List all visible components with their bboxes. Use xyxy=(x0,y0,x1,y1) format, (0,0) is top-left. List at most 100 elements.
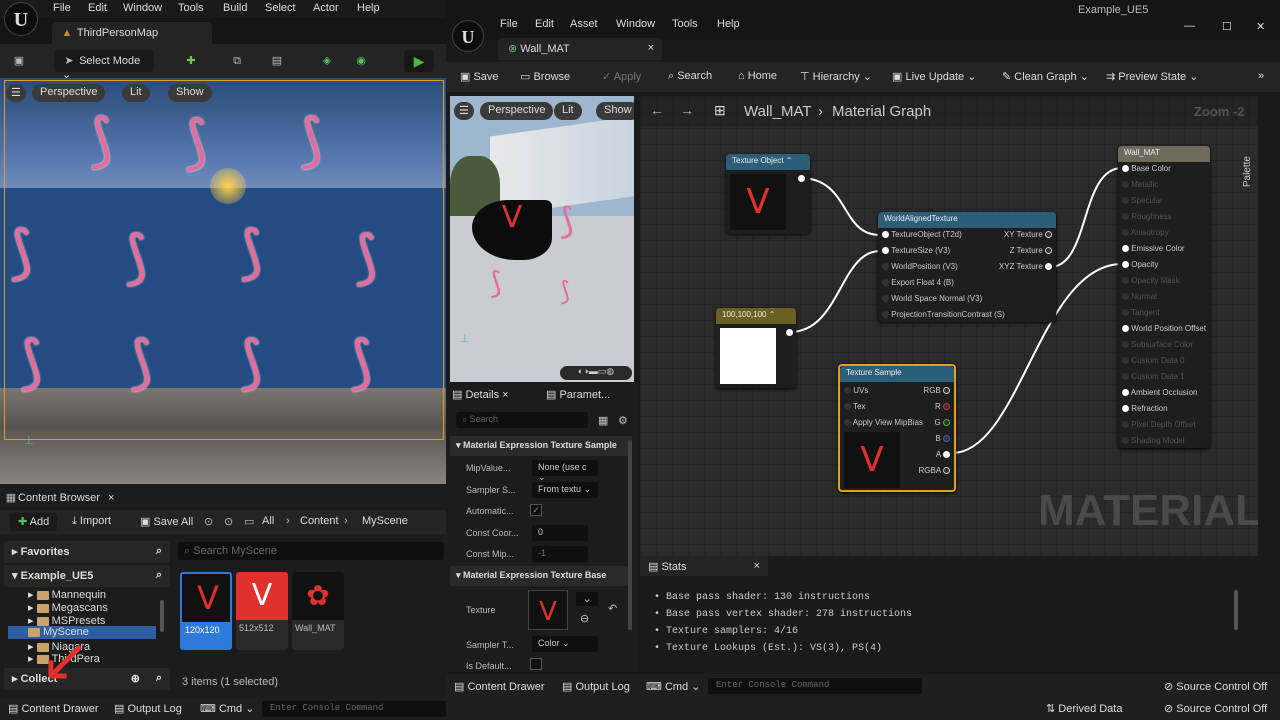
result-pin[interactable]: Ambient Occlusion xyxy=(1122,388,1197,397)
texture-picker-dropdown[interactable]: ⌄ xyxy=(576,592,598,606)
console-input[interactable]: Enter Console Command xyxy=(708,678,922,694)
input-pin[interactable]: WorldPosition (V3) xyxy=(882,262,958,271)
result-pin[interactable]: World Position Offset xyxy=(1122,324,1206,333)
level-viewport[interactable]: ⟆ ⟆ ⟆ ⟆ ⟆ ⟆ ⟆ ⟆ ⟆ ⟆ ⟆ ☰ Perspective Lit … xyxy=(0,78,446,484)
section-texture-base[interactable]: ▾ Material Expression Texture Base xyxy=(450,566,632,586)
asset-tile-120x120[interactable]: ᐯ 120x120 xyxy=(180,572,232,650)
save-icon[interactable]: ▣ xyxy=(12,54,26,68)
add-button[interactable]: ✚ Add xyxy=(10,513,58,531)
output-pin[interactable] xyxy=(786,329,793,336)
output-log-button[interactable]: ▤ Output Log xyxy=(114,702,182,715)
search-icon[interactable]: ⌕ xyxy=(156,545,162,558)
project-header[interactable]: ▾ Example_UE5 ⌕ xyxy=(4,565,170,587)
save-all-button[interactable]: ▣ Save All xyxy=(140,515,193,528)
texture-object-node[interactable]: Texture Object ⌃ ᐯ xyxy=(726,154,810,234)
play-button[interactable]: ▶ xyxy=(404,50,434,72)
close-icon[interactable]: × xyxy=(648,42,654,54)
input-pin[interactable]: TextureObject (T2d) xyxy=(882,230,962,239)
material-graph[interactable]: ← → ⊞ Wall_MAT › Material Graph Zoom -2 … xyxy=(640,96,1258,556)
details-search-input[interactable]: ⌕ Search xyxy=(456,412,588,428)
result-pin[interactable]: Custom Data 0 xyxy=(1122,356,1185,365)
source-control-button[interactable]: ⊘ Source Control Off xyxy=(1164,702,1267,715)
save-button[interactable]: ▣ Save xyxy=(460,70,499,83)
texture-thumbnail[interactable]: ᐯ xyxy=(528,590,568,630)
sampler-type-dropdown[interactable]: Color ⌄ xyxy=(532,636,598,652)
favorites-header[interactable]: ▸ Favorites ⌕ xyxy=(4,541,170,563)
home-button[interactable]: ⌂ Home xyxy=(738,70,777,82)
add-collection-icon[interactable]: ⊕ xyxy=(131,672,140,685)
input-pin[interactable]: Apply View MipBias xyxy=(844,418,923,427)
input-pin[interactable]: Tex xyxy=(844,402,866,411)
menu-build[interactable]: Build xyxy=(223,2,247,14)
forward-icon[interactable]: ⊙ xyxy=(224,515,233,528)
parameters-tab[interactable]: ▤ Paramet... xyxy=(546,388,610,401)
mat-menu-help[interactable]: Help xyxy=(717,18,740,30)
preview-show-button[interactable]: Show xyxy=(596,102,634,120)
import-button[interactable]: ⤓ Import xyxy=(72,515,111,528)
constant3-node[interactable]: 100,100,100 ⌃ xyxy=(716,308,796,388)
browse-button[interactable]: ▭ Browse xyxy=(520,70,570,83)
result-pin[interactable]: Tangent xyxy=(1122,308,1160,317)
const-coord-input[interactable]: 0 xyxy=(532,525,588,541)
menu-select[interactable]: Select xyxy=(265,2,296,14)
mat-menu-tools[interactable]: Tools xyxy=(672,18,698,30)
tree-scrollbar[interactable] xyxy=(160,600,164,632)
add-actor-icon[interactable]: ✚ xyxy=(184,54,198,68)
derived-data-button[interactable]: ⇅ Derived Data xyxy=(1046,702,1122,715)
maximize-button[interactable]: ☐ xyxy=(1222,20,1232,33)
mode-icon[interactable]: ◈ xyxy=(320,54,334,68)
input-pin[interactable]: TextureSize (V3) xyxy=(882,246,950,255)
preview-state-button[interactable]: ⇉ Preview State ⌄ xyxy=(1106,70,1198,83)
automatic-checkbox[interactable]: ✓ xyxy=(530,504,542,516)
result-pin[interactable]: Refraction xyxy=(1122,404,1168,413)
breadcrumb-content[interactable]: Content xyxy=(300,515,339,527)
output-pin[interactable]: R xyxy=(935,402,950,411)
reset-icon[interactable]: ↶ xyxy=(608,602,617,615)
close-window-button[interactable]: ✕ xyxy=(1256,20,1265,33)
output-pin[interactable]: G xyxy=(935,418,950,427)
viewport-menu-button[interactable]: ☰ xyxy=(6,84,26,102)
platform-icon[interactable]: ◉ xyxy=(354,54,368,68)
blueprint-icon[interactable]: ⧉ xyxy=(230,54,244,68)
result-pin[interactable]: Subsurface Color xyxy=(1122,340,1193,349)
stats-tab[interactable]: ▤ Stats × xyxy=(640,556,768,576)
select-mode-dropdown[interactable]: ➤ Select Mode ⌄ xyxy=(54,50,154,81)
menu-file[interactable]: File xyxy=(53,2,71,14)
details-scrollbar[interactable] xyxy=(628,440,632,630)
stats-scrollbar[interactable] xyxy=(1234,590,1238,630)
result-pin[interactable]: Pixel Depth Offset xyxy=(1122,420,1196,429)
settings-gear-icon[interactable]: ⚙ xyxy=(618,414,628,427)
result-pin[interactable]: Emissive Color xyxy=(1122,244,1185,253)
preview-lit-button[interactable]: Lit xyxy=(554,102,582,120)
folder-megascans[interactable]: ▸ Megascans xyxy=(28,601,108,614)
sampler-source-dropdown[interactable]: From textu ⌄ xyxy=(532,482,598,498)
result-pin[interactable]: Specular xyxy=(1122,196,1163,205)
asset-tile-512x512[interactable]: ᐯ 512x512 xyxy=(236,572,288,650)
world-aligned-texture-node[interactable]: WorldAlignedTexture TextureObject (T2d) … xyxy=(878,212,1056,322)
details-tab[interactable]: ▤ Details × xyxy=(452,388,509,401)
tab-thirdpersonmap[interactable]: ▲ ThirdPersonMap xyxy=(52,22,212,44)
folder-mannequin[interactable]: ▸ Mannequin xyxy=(28,588,106,601)
const-mip-input[interactable]: -1 xyxy=(532,546,588,562)
section-texture-sample[interactable]: ▾ Material Expression Texture Sample xyxy=(450,436,632,456)
preview-shape-selector[interactable]: ◐◑▬▭◍ xyxy=(560,366,632,380)
console-input[interactable]: Enter Console Command xyxy=(262,701,446,717)
is-default-checkbox[interactable] xyxy=(530,658,542,670)
cmd-dropdown[interactable]: ⌨ Cmd ⌄ xyxy=(646,680,700,693)
preview-menu-button[interactable]: ☰ xyxy=(454,102,474,120)
output-pin[interactable]: RGBA xyxy=(919,466,950,475)
output-pin[interactable]: XY Texture xyxy=(1004,230,1052,239)
close-icon[interactable]: × xyxy=(754,560,760,572)
preview-perspective-button[interactable]: Perspective xyxy=(480,102,554,120)
apply-button[interactable]: ✓ Apply xyxy=(602,70,641,83)
material-result-node[interactable]: Wall_MAT Base Color Metallic Specular Ro… xyxy=(1118,146,1210,448)
result-pin[interactable]: Metallic xyxy=(1122,180,1158,189)
back-icon[interactable]: ⊙ xyxy=(204,515,213,528)
content-browser-tab[interactable]: ▦ Content Browser × xyxy=(4,490,115,506)
show-button[interactable]: Show xyxy=(168,84,212,102)
output-pin[interactable] xyxy=(798,175,805,182)
content-drawer-button[interactable]: ▤ Content Drawer xyxy=(8,702,99,715)
minimize-button[interactable]: — xyxy=(1184,20,1195,32)
menu-help[interactable]: Help xyxy=(357,2,380,14)
output-log-button[interactable]: ▤ Output Log xyxy=(562,680,630,693)
